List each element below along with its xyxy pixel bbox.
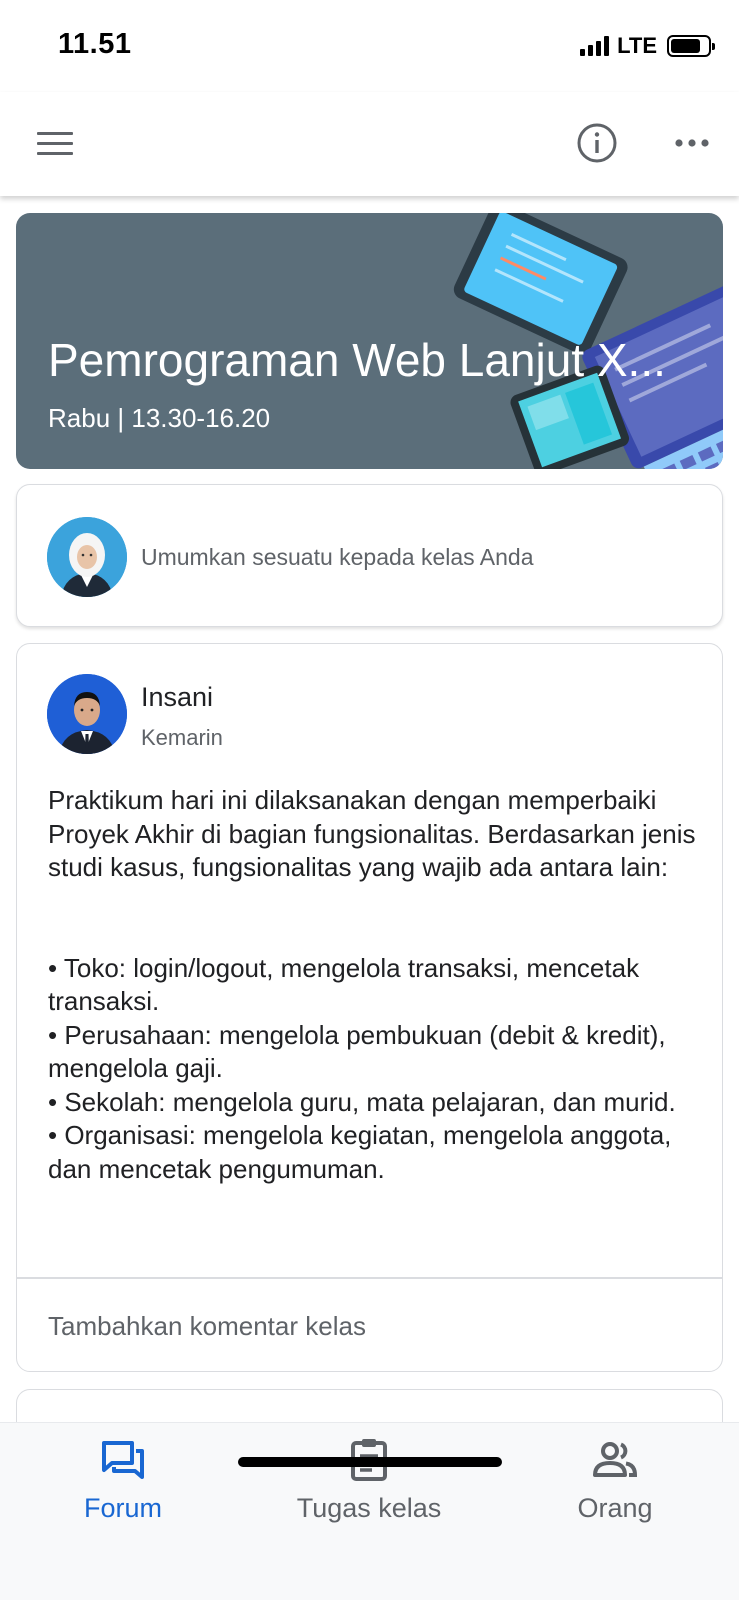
tab-people[interactable]: Orang xyxy=(515,1437,715,1524)
class-schedule: Rabu | 13.30-16.20 xyxy=(48,403,271,433)
tab-classwork[interactable]: Tugas kelas xyxy=(269,1437,469,1524)
signal-icon xyxy=(580,36,610,56)
status-indicators: LTE xyxy=(580,32,715,60)
tab-label: Forum xyxy=(83,1493,162,1523)
add-comment-button[interactable]: Tambahkan komentar kelas xyxy=(48,1311,366,1342)
class-title: Pemrograman Web Lanjut X... xyxy=(48,334,666,386)
class-banner[interactable]: Pemrograman Web Lanjut X... Rabu | 13.30… xyxy=(16,213,723,469)
post-bullet: • Toko: login/logout, mengelola transaks… xyxy=(48,952,640,1017)
post-author: Insani xyxy=(141,682,214,712)
divider xyxy=(17,1277,722,1279)
menu-icon[interactable] xyxy=(34,126,76,162)
post-bullet: • Perusahaan: mengelola pembukuan (debit… xyxy=(48,1019,666,1084)
more-icon[interactable] xyxy=(672,122,712,164)
status-time: 11.51 xyxy=(58,28,132,60)
post-card: Insani Kemarin Praktikum hari ini dilaks… xyxy=(16,643,723,1372)
post-bullet: • Sekolah: mengelola guru, mata pelajara… xyxy=(48,1086,676,1117)
battery-icon xyxy=(667,35,715,57)
post-bullet: • Organisasi: mengelola kegiatan, mengel… xyxy=(48,1120,672,1184)
post-body: Praktikum hari ini dilaksanakan dengan m… xyxy=(48,784,698,1186)
home-indicator[interactable] xyxy=(238,1457,502,1467)
announce-card[interactable]: Umumkan sesuatu kepada kelas Anda xyxy=(16,484,723,627)
app-bar xyxy=(0,92,739,196)
avatar xyxy=(47,674,127,754)
forum-icon xyxy=(102,1441,144,1479)
tab-forum[interactable]: Forum xyxy=(23,1437,223,1524)
announce-input[interactable]: Umumkan sesuatu kepada kelas Anda xyxy=(141,544,534,571)
post-intro: Praktikum hari ini dilaksanakan dengan m… xyxy=(48,785,696,882)
info-icon[interactable] xyxy=(576,122,618,164)
post-date: Kemarin xyxy=(141,725,223,750)
avatar xyxy=(47,517,127,597)
people-icon xyxy=(593,1442,638,1477)
network-type: LTE xyxy=(617,33,657,58)
tab-label: Orang xyxy=(577,1493,653,1523)
status-bar: 11.51 LTE xyxy=(0,0,739,92)
tab-label: Tugas kelas xyxy=(296,1493,442,1523)
bottom-nav: Forum Tugas kelas Orang xyxy=(0,1422,739,1600)
